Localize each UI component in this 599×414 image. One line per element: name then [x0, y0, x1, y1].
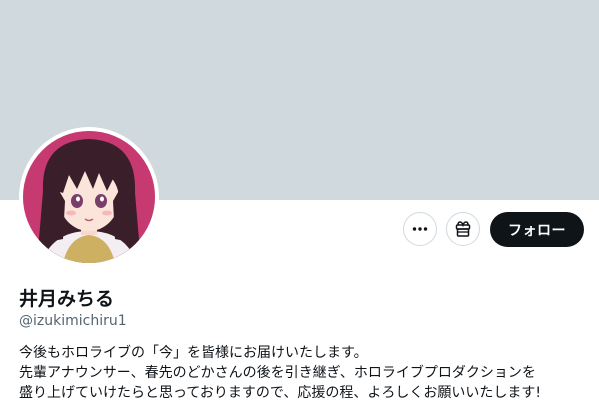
subscribe-icon	[455, 221, 471, 237]
user-handle: @izukimichiru1	[19, 313, 127, 329]
avatar-illustration	[23, 131, 155, 263]
bio-line: 今後もホロライブの「今」を皆様にお届けいたします。	[19, 345, 368, 361]
profile-bio: 今後もホロライブの「今」を皆様にお届けいたします。 先輩アナウンサー、春先のどか…	[19, 343, 594, 403]
more-icon	[412, 227, 428, 231]
bio-line: 盛り上げていけたらと思っておりますので、応援の程、よろしくお願いいたします!	[19, 385, 541, 401]
bio-line: 先輩アナウンサー、春先のどかさんの後を引き継ぎ、ホロライブプロダクションを	[19, 365, 536, 381]
profile-avatar[interactable]	[19, 127, 159, 267]
more-button[interactable]	[403, 212, 437, 246]
display-name: 井月みちる	[19, 288, 115, 310]
subscribe-button[interactable]	[446, 212, 480, 246]
follow-button[interactable]: フォロー	[490, 212, 584, 247]
